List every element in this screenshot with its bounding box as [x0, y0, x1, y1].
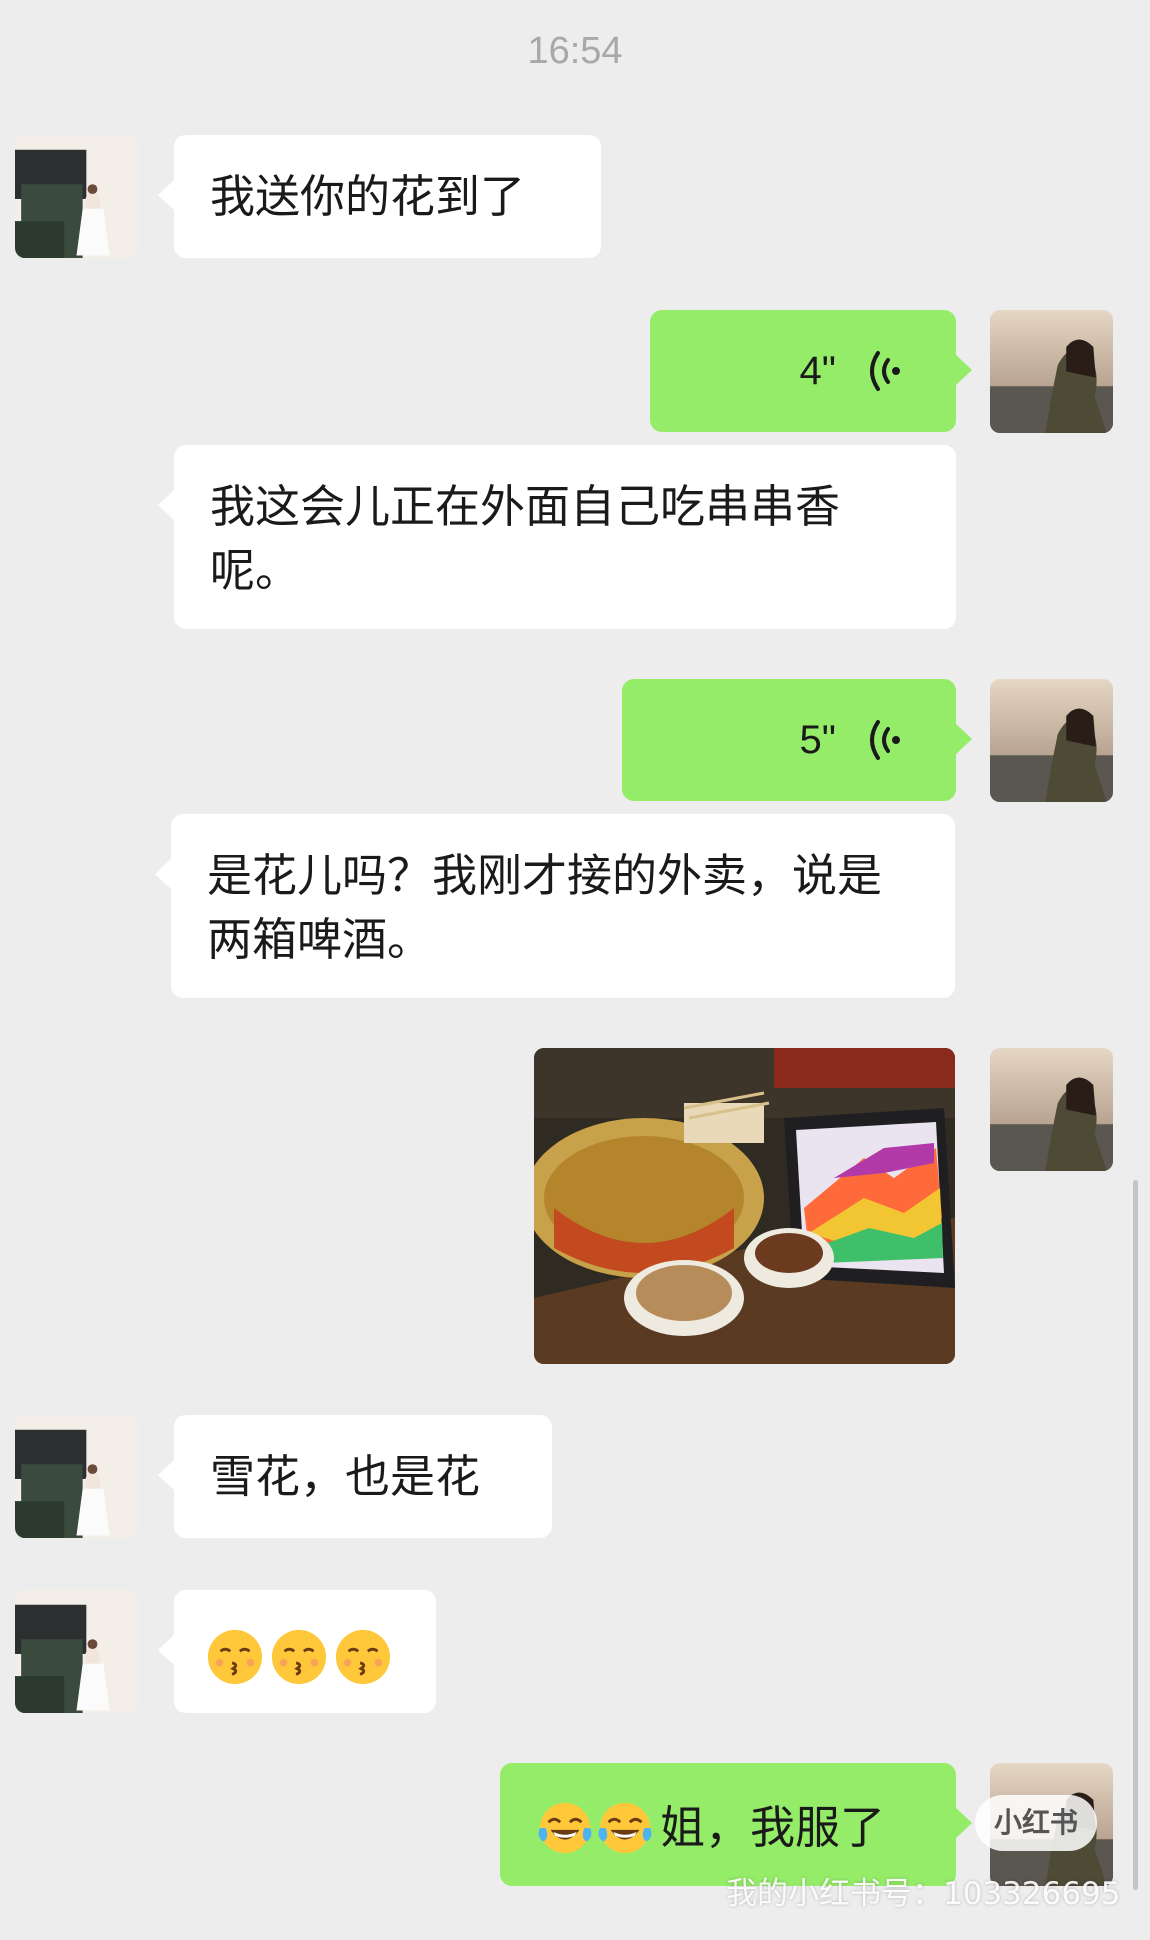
voice-duration: 4"	[799, 349, 836, 393]
tears-of-joy-icon	[538, 1802, 592, 1854]
outgoing-voice-message[interactable]: 4"	[650, 310, 972, 432]
incoming-message-bubble[interactable]: 我这会儿正在外面自己吃串串香呢。	[158, 445, 956, 629]
contact-avatar[interactable]	[15, 1590, 138, 1713]
hotpot-photo-message[interactable]	[534, 1048, 955, 1364]
scrollbar[interactable]	[1133, 1180, 1138, 1890]
my-avatar[interactable]	[990, 679, 1113, 802]
outgoing-voice-message[interactable]: 5"	[622, 679, 972, 801]
incoming-message-bubble[interactable]: 我送你的花到了	[158, 135, 601, 258]
my-avatar[interactable]	[990, 310, 1113, 433]
kissing-face-icon	[335, 1629, 391, 1685]
incoming-message-bubble[interactable]: 是花儿吗？我刚才接的外卖，说是两箱啤酒。	[155, 814, 955, 998]
tears-of-joy-icon	[598, 1802, 652, 1854]
message-text: 我送你的花到了	[210, 170, 526, 223]
voice-duration: 5"	[799, 718, 836, 762]
my-avatar[interactable]	[990, 1048, 1113, 1171]
message-text: 我这会儿正在外面自己吃串串香呢。	[210, 480, 841, 597]
voice-wave-icon	[870, 351, 900, 391]
message-text: 是花儿吗？我刚才接的外卖，说是两箱啤酒。	[207, 849, 883, 966]
voice-wave-icon	[870, 720, 900, 760]
contact-avatar[interactable]	[15, 1415, 138, 1538]
kissing-face-icon	[271, 1629, 327, 1685]
message-text: 雪花，也是花	[210, 1450, 481, 1503]
timestamp: 16:54	[527, 30, 623, 72]
chat-view: 16:54 我送你的花到了 4" 我这会儿正在外面自己吃串串香呢。 5" 是花儿…	[0, 0, 1150, 1940]
contact-avatar[interactable]	[15, 135, 138, 258]
kissing-face-icon	[207, 1629, 263, 1685]
message-text: 姐，我服了	[660, 1801, 886, 1854]
incoming-emoji-message[interactable]	[158, 1590, 436, 1713]
incoming-message-bubble[interactable]: 雪花，也是花	[158, 1415, 552, 1538]
xiaohongshu-logo: 小红书	[975, 1795, 1097, 1851]
watermark-text: 我的小红书号：103326695	[726, 1876, 1121, 1912]
